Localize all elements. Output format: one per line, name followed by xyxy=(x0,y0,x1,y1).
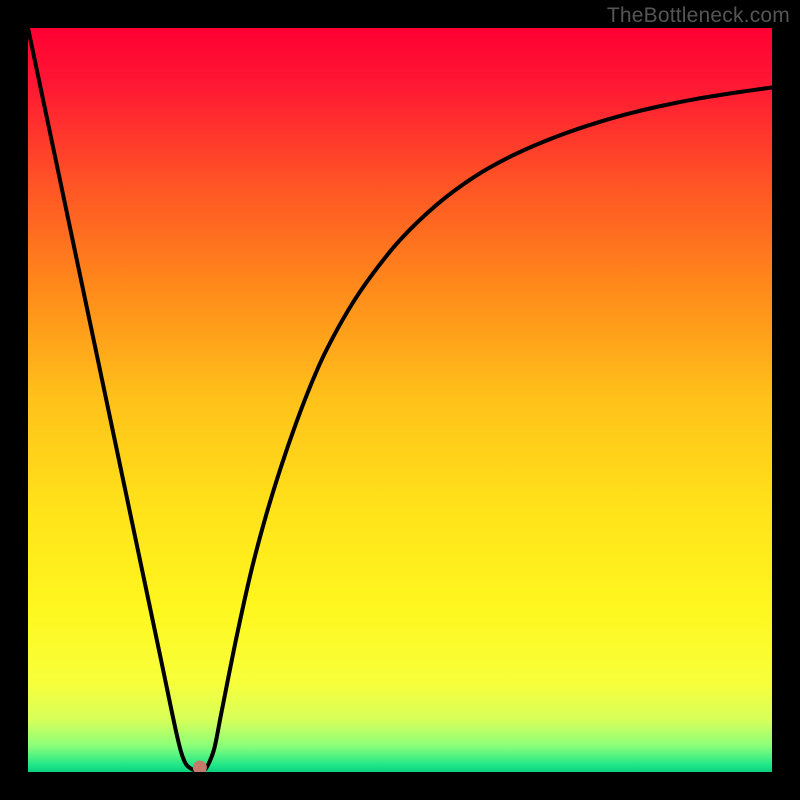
chart-frame: TheBottleneck.com xyxy=(0,0,800,800)
chart-svg xyxy=(28,28,772,772)
plot-area xyxy=(28,28,772,772)
gradient-background xyxy=(28,28,772,772)
credit-label: TheBottleneck.com xyxy=(607,4,790,28)
